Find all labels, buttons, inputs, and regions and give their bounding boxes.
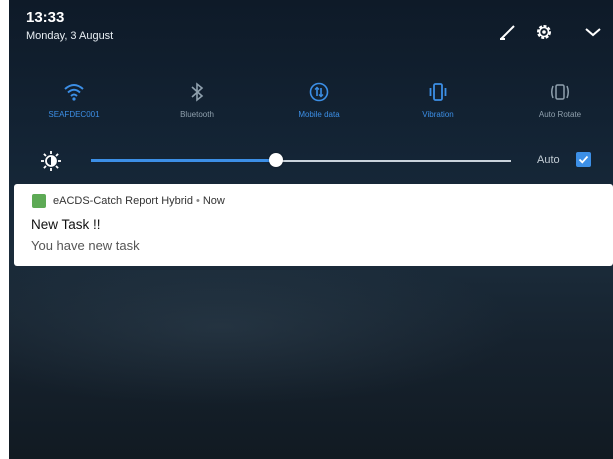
vibration-icon: [393, 80, 483, 104]
tile-auto-rotate-label: Auto Rotate: [538, 110, 582, 119]
mobile-data-icon: [274, 80, 364, 104]
notification-text: You have new task: [31, 238, 140, 253]
brightness-thumb[interactable]: [268, 153, 283, 167]
clock: 13:33: [26, 9, 65, 26]
app-name: eACDS-Catch Report Hybrid: [53, 195, 193, 207]
tile-auto-rotate[interactable]: Auto Rotate: [515, 80, 605, 130]
tile-wifi[interactable]: SEAFDEC001: [29, 80, 119, 130]
date-label: Monday, 3 August: [26, 30, 114, 42]
notification-time: Now: [202, 195, 225, 207]
tile-bluetooth-label: Bluetooth: [180, 110, 214, 119]
notification-card[interactable]: eACDS-Catch Report Hybrid • Now New Task !…: [14, 184, 613, 266]
chevron-down-icon-glyph: [585, 28, 601, 37]
notification-header: eACDS-Catch Report Hybrid • Now: [53, 195, 225, 207]
tile-mobile-data-label: Mobile data: [298, 110, 340, 119]
check-icon: [578, 155, 589, 164]
tile-mobile-data[interactable]: Mobile data: [274, 80, 364, 130]
chevron-down-icon[interactable]: [581, 20, 605, 44]
gear-icon-glyph: [537, 25, 551, 39]
wifi-icon: [29, 80, 119, 104]
tile-bluetooth[interactable]: Bluetooth: [152, 80, 242, 130]
notification-title: New Task !!: [31, 217, 101, 232]
tile-vibration-label: Vibration: [422, 110, 454, 119]
brightness-fill: [91, 159, 276, 162]
tile-wifi-label: SEAFDEC001: [48, 110, 100, 119]
brightness-icon: [40, 150, 62, 172]
edit-icon-glyph: [500, 25, 515, 40]
auto-brightness-checkbox[interactable]: [576, 152, 591, 167]
tile-vibration[interactable]: Vibration: [393, 80, 483, 130]
brightness-slider[interactable]: [91, 153, 511, 167]
gear-icon[interactable]: [532, 20, 556, 44]
app-icon: [32, 194, 46, 208]
edit-icon[interactable]: [496, 20, 520, 44]
auto-brightness-label: Auto: [537, 154, 560, 166]
bluetooth-icon: [152, 80, 242, 104]
auto-rotate-icon: [515, 80, 605, 104]
header-separator: •: [196, 195, 200, 207]
